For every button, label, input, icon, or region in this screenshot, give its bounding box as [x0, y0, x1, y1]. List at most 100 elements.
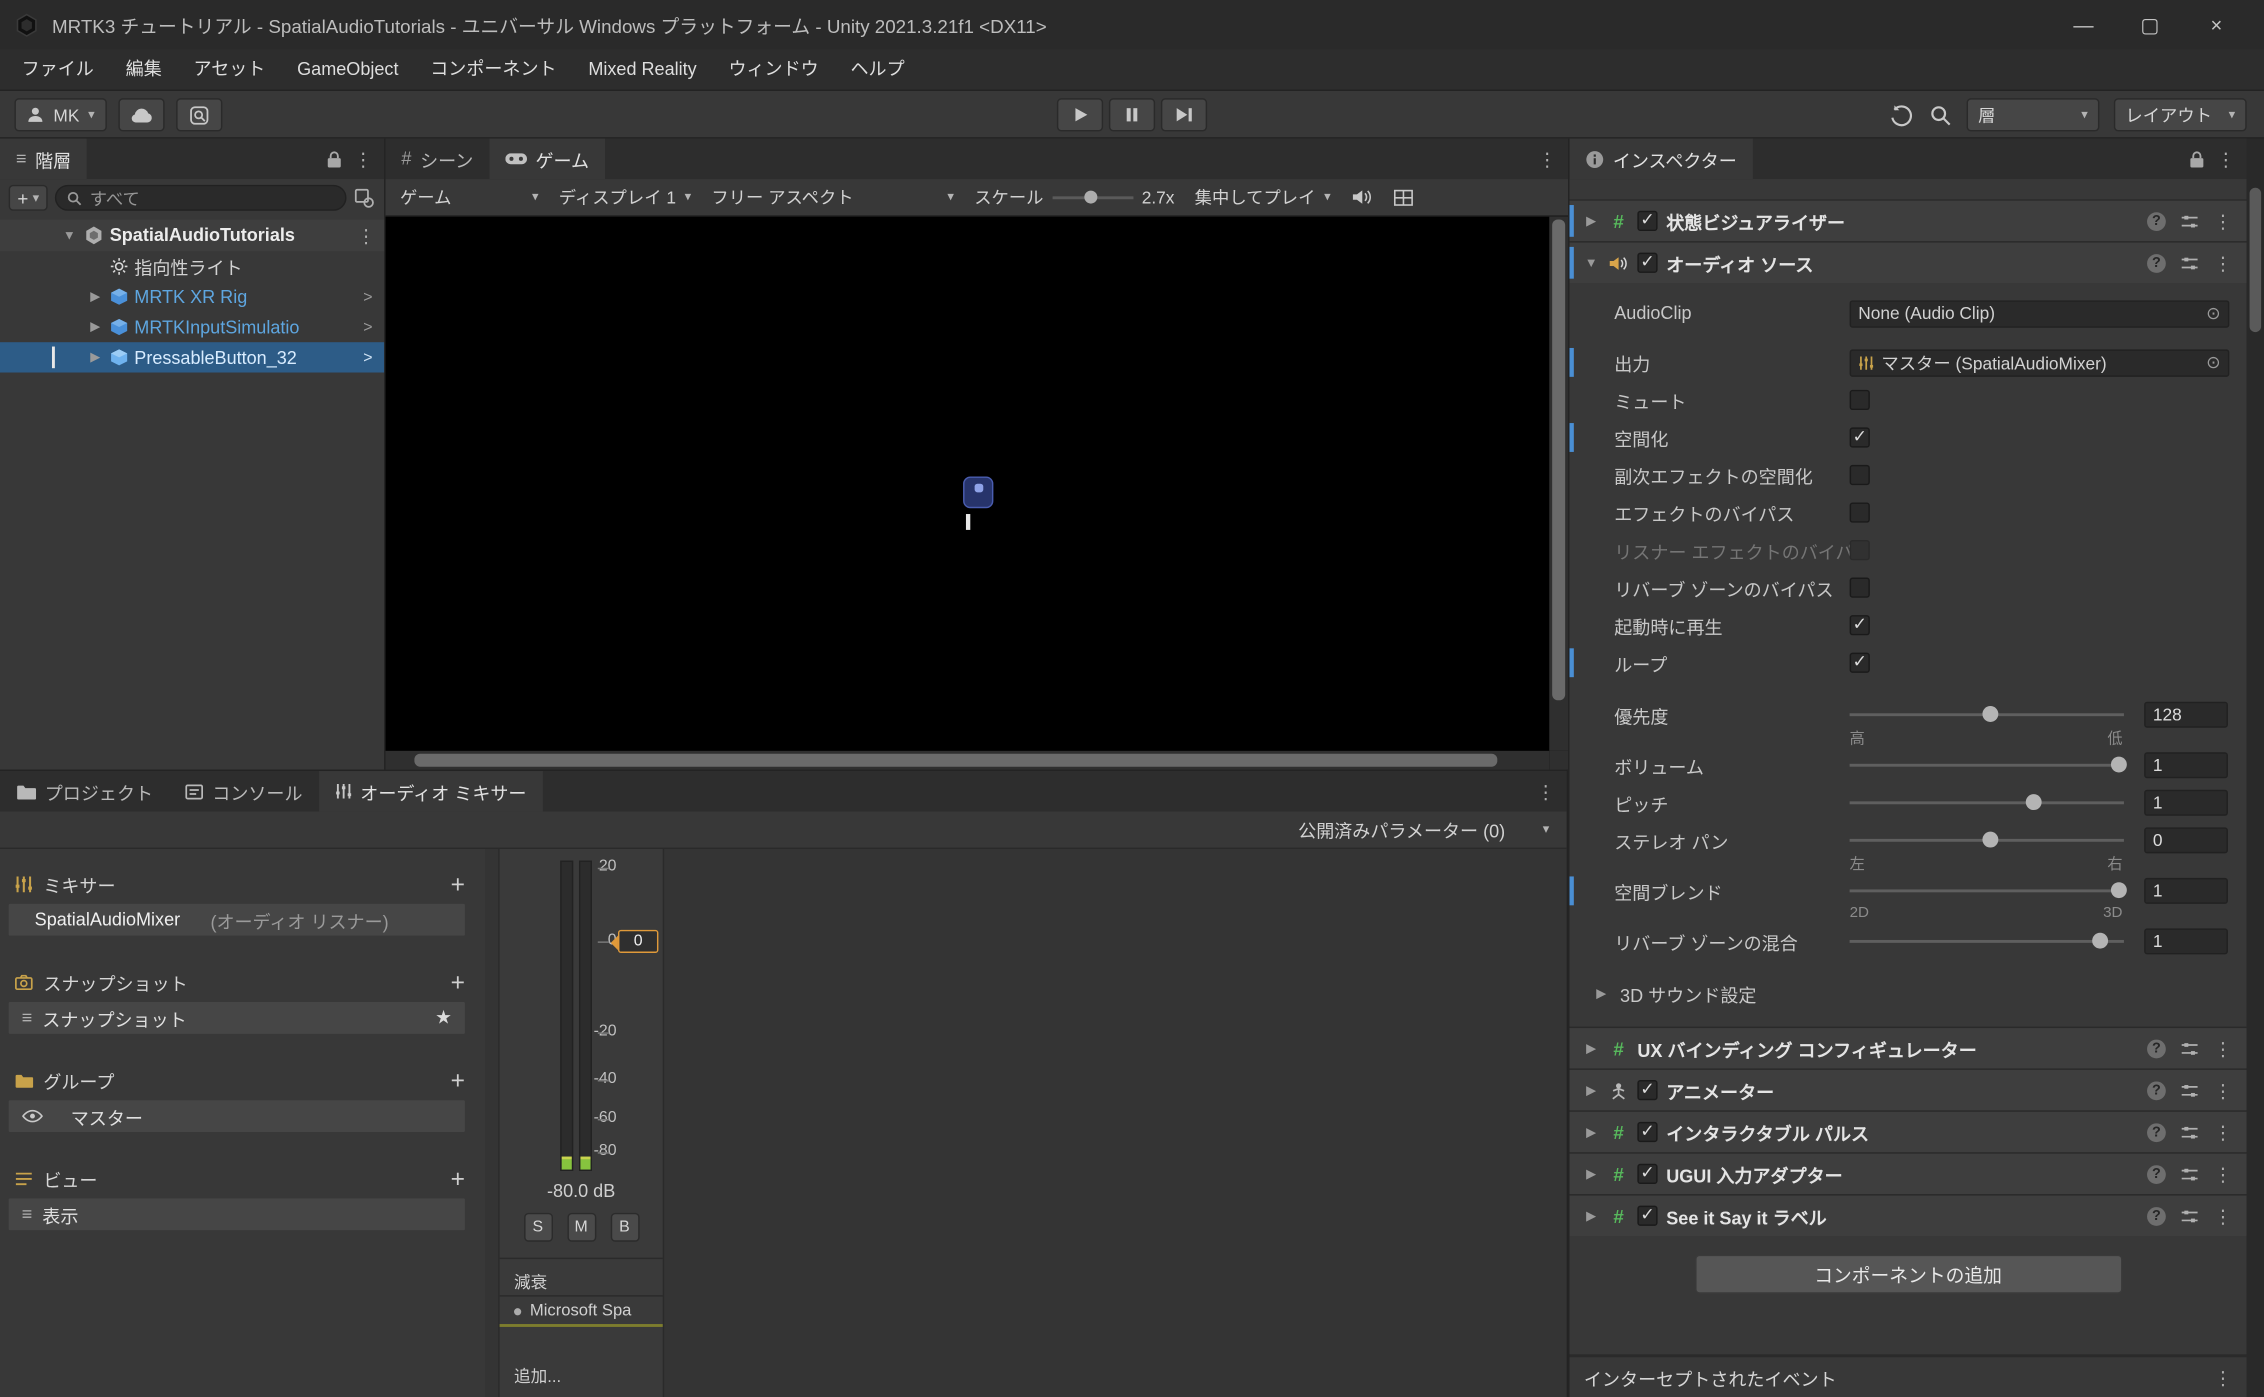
- menu-assets[interactable]: アセット: [178, 49, 282, 89]
- bypass-effects-checkbox[interactable]: [1850, 502, 1870, 522]
- bypass-button[interactable]: B: [610, 1213, 639, 1242]
- pressable-button-sprite[interactable]: [962, 476, 992, 508]
- priority-value-field[interactable]: 128: [2144, 702, 2228, 728]
- add-mixer-button[interactable]: +: [451, 871, 465, 896]
- game-horizontal-scrollbar[interactable]: [386, 751, 1550, 770]
- preset-icon[interactable]: [2180, 1166, 2199, 1182]
- component-see-it-say-it-label[interactable]: ▶ # See it Say it ラベル ? ⋮: [1569, 1194, 2246, 1236]
- tab-project[interactable]: プロジェクト: [0, 771, 169, 811]
- preset-icon[interactable]: [2180, 1082, 2199, 1098]
- kebab-menu-icon[interactable]: ⋮: [1538, 149, 1557, 168]
- prefab-open-chevron[interactable]: >: [363, 288, 384, 305]
- tree-row-directional-light[interactable]: 指向性ライト: [0, 251, 384, 281]
- volume-fader-handle[interactable]: 0: [618, 930, 658, 953]
- add-view-button[interactable]: +: [451, 1166, 465, 1191]
- kebab-menu-icon[interactable]: ⋮: [2213, 1123, 2232, 1142]
- menu-gameobject[interactable]: GameObject: [281, 49, 414, 89]
- preset-icon[interactable]: [2180, 213, 2199, 229]
- layers-dropdown[interactable]: 層 ▾: [1967, 98, 2100, 131]
- menu-file[interactable]: ファイル: [6, 49, 110, 89]
- pitch-slider[interactable]: [1850, 793, 2124, 813]
- chevron-right-icon[interactable]: ▶: [87, 349, 104, 365]
- inspector-scrollbar[interactable]: [2247, 139, 2264, 1397]
- tree-row-mrtk-xr-rig[interactable]: ▶ MRTK XR Rig >: [0, 282, 384, 312]
- component-enabled-checkbox[interactable]: [1637, 253, 1657, 273]
- lock-icon[interactable]: [2189, 149, 2205, 168]
- cloud-button[interactable]: [118, 98, 164, 131]
- component-ux-binding-configurator[interactable]: ▶ # UX バインディング コンフィギュレーター ? ⋮: [1569, 1027, 2246, 1069]
- spatialize-checkbox[interactable]: [1850, 427, 1870, 447]
- tab-scene[interactable]: # シーン: [386, 139, 490, 179]
- kebab-menu-icon[interactable]: ⋮: [1536, 782, 1555, 801]
- component-enabled-checkbox[interactable]: [1637, 1080, 1657, 1100]
- preset-icon[interactable]: [2180, 1040, 2199, 1056]
- prefab-open-chevron[interactable]: >: [363, 318, 384, 335]
- effect-attenuation-row[interactable]: 減衰: [500, 1268, 663, 1297]
- maximize-button[interactable]: ▢: [2117, 0, 2183, 49]
- hierarchy-search-input[interactable]: すべて: [55, 185, 346, 211]
- component-interactable-pulse[interactable]: ▶ # インタラクタブル パルス ? ⋮: [1569, 1110, 2246, 1152]
- menu-component[interactable]: コンポーネント: [414, 49, 572, 89]
- chevron-down-icon[interactable]: ▼: [1582, 256, 1599, 270]
- effect-spatializer-row[interactable]: Microsoft Spa: [500, 1298, 663, 1327]
- loop-checkbox[interactable]: [1850, 653, 1870, 673]
- add-group-button[interactable]: +: [451, 1068, 465, 1093]
- spatial-blend-value-field[interactable]: 1: [2144, 878, 2228, 904]
- tab-audio-mixer[interactable]: オーディオ ミキサー: [318, 771, 542, 811]
- eye-icon[interactable]: [22, 1109, 44, 1123]
- published-parameters-dropdown[interactable]: 公開済みパラメーター (0): [1298, 816, 1505, 843]
- game-viewport[interactable]: [386, 217, 1569, 770]
- help-icon[interactable]: ?: [2147, 212, 2166, 231]
- chevron-down-icon[interactable]: ▼: [61, 228, 78, 242]
- game-vertical-scrollbar[interactable]: [1549, 217, 1568, 751]
- help-icon[interactable]: ?: [2147, 1081, 2166, 1100]
- component-enabled-checkbox[interactable]: [1637, 1164, 1657, 1184]
- menu-window[interactable]: ウィンドウ: [713, 49, 835, 89]
- play-button[interactable]: [1057, 98, 1103, 131]
- prefab-open-chevron[interactable]: >: [363, 349, 384, 366]
- help-icon[interactable]: ?: [2147, 1164, 2166, 1183]
- priority-slider[interactable]: [1850, 705, 2124, 725]
- component-ugui-input-adapter[interactable]: ▶ # UGUI 入力アダプター ? ⋮: [1569, 1152, 2246, 1194]
- game-target-dropdown[interactable]: ゲーム ▾: [400, 185, 539, 210]
- mixer-item[interactable]: SpatialAudioMixer (オーディオ リスナー): [9, 904, 465, 936]
- preset-icon[interactable]: [2180, 1208, 2199, 1224]
- tab-game[interactable]: ゲーム: [489, 139, 605, 179]
- lock-icon[interactable]: [326, 149, 342, 168]
- object-picker-icon[interactable]: ⊙: [2206, 303, 2221, 323]
- group-item-master[interactable]: マスター: [9, 1100, 465, 1132]
- minimize-button[interactable]: —: [2050, 0, 2116, 49]
- display-dropdown[interactable]: ディスプレイ 1 ▾: [559, 185, 691, 210]
- component-state-visualizer[interactable]: ▶ # 状態ビジュアライザー ? ⋮: [1569, 199, 2246, 241]
- caret-down-icon[interactable]: ▾: [1543, 822, 1550, 838]
- scale-slider[interactable]: [1052, 190, 1133, 204]
- stereo-pan-slider[interactable]: [1850, 830, 2124, 850]
- component-enabled-checkbox[interactable]: [1637, 1206, 1657, 1226]
- pitch-value-field[interactable]: 1: [2144, 790, 2228, 816]
- add-effect-button[interactable]: 追加...: [514, 1364, 561, 1387]
- component-animator[interactable]: ▶ アニメーター ? ⋮: [1569, 1068, 2246, 1110]
- history-icon[interactable]: [1889, 102, 1915, 128]
- kebab-menu-icon[interactable]: ⋮: [2216, 149, 2235, 168]
- snapshot-item[interactable]: ≡ スナップショット ★: [9, 1002, 465, 1034]
- kebab-menu-icon[interactable]: ⋮: [2213, 1368, 2232, 1387]
- kebab-menu-icon[interactable]: ⋮: [354, 149, 373, 168]
- reverb-mix-value-field[interactable]: 1: [2144, 928, 2228, 954]
- preset-icon[interactable]: [2180, 255, 2199, 271]
- help-icon[interactable]: ?: [2147, 253, 2166, 272]
- intercepted-events-bar[interactable]: インターセプトされたイベント ⋮: [1569, 1354, 2246, 1397]
- audioclip-field[interactable]: None (Audio Clip) ⊙: [1850, 300, 2230, 327]
- chevron-right-icon[interactable]: ▶: [87, 319, 104, 335]
- bypass-reverb-checkbox[interactable]: [1850, 578, 1870, 598]
- output-field[interactable]: マスター (SpatialAudioMixer) ⊙: [1850, 349, 2230, 376]
- kebab-menu-icon[interactable]: ⋮: [357, 226, 376, 245]
- chevron-right-icon[interactable]: ▶: [87, 289, 104, 305]
- tree-row-mrtk-input-simulator[interactable]: ▶ MRTKInputSimulatio >: [0, 312, 384, 342]
- component-enabled-checkbox[interactable]: [1637, 1122, 1657, 1142]
- add-gameobject-button[interactable]: +▾: [9, 185, 48, 211]
- scrollbar-thumb[interactable]: [415, 754, 1497, 767]
- close-button[interactable]: ×: [2183, 0, 2249, 49]
- tab-inspector[interactable]: インスペクター: [1569, 139, 1752, 179]
- scrollbar-thumb[interactable]: [1552, 219, 1565, 700]
- object-picker-icon[interactable]: ⊙: [2206, 352, 2221, 372]
